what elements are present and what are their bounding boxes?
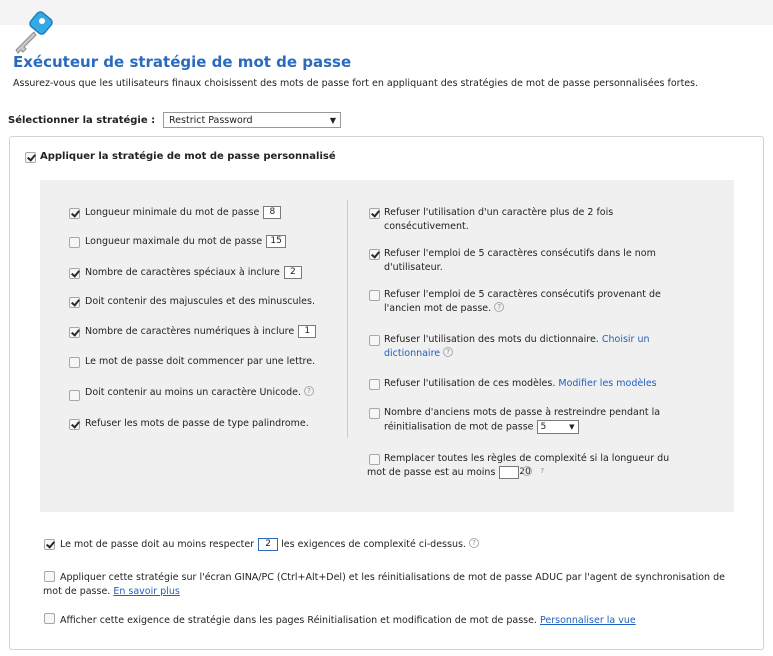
history-count-value: 5 (540, 422, 547, 432)
start-with-letter-label: Le mot de passe doit commencer par une l… (85, 356, 316, 367)
customize-view-link[interactable]: Personnaliser la vue (540, 615, 636, 626)
apply-custom-policy-label: Appliquer la stratégie de mot de passe p… (40, 151, 336, 162)
min-length-rule: Longueur minimale du mot de passe 8 (85, 206, 282, 220)
numeric-chars-input[interactable]: 1 (298, 325, 317, 338)
edit-patterns-link[interactable]: Modifier les modèles (558, 378, 656, 389)
patterns-label: Refuser l'utilisation de ces modèles. (384, 378, 556, 389)
special-chars-input[interactable]: 2 (283, 266, 302, 279)
override-complexity-rule: Remplacer toutes les règles de complexit… (367, 452, 687, 480)
dropdown-arrow-icon: ▼ (329, 116, 336, 125)
help-icon[interactable]: ? (304, 386, 315, 396)
page-title: Exécuteur de stratégie de mot de passe (13, 53, 352, 71)
policy-select-value: Restrict Password (169, 115, 253, 126)
page-description: Assurez-vous que les utilisateurs finaux… (13, 78, 699, 89)
gina-rule: Appliquer cette stratégie sur l'écran GI… (43, 571, 733, 599)
dictionary-checkbox[interactable] (369, 335, 380, 346)
complexity-count-label-before: Le mot de passe doit au moins respecter (60, 539, 255, 550)
unicode-rule: Doit contenir au moins un caractère Unic… (85, 386, 315, 400)
mixed-case-label: Doit contenir des majuscules et des minu… (85, 296, 315, 307)
help-icon[interactable]: ? (468, 538, 479, 548)
column-divider (347, 200, 348, 438)
header-band (0, 0, 773, 25)
consecutive-repeat-label: Refuser l'utilisation d'un caractère plu… (384, 207, 614, 232)
show-requirement-rule: Afficher cette exigence de stratégie dan… (60, 614, 636, 628)
help-icon[interactable]: ? (494, 302, 505, 312)
min-length-label: Longueur minimale du mot de passe (85, 207, 260, 218)
special-chars-rule: Nombre de caractères spéciaux à inclure 2 (85, 266, 302, 280)
history-checkbox[interactable] (369, 408, 380, 419)
max-length-checkbox[interactable] (69, 237, 80, 248)
max-length-rule: Longueur maximale du mot de passe 15 (85, 235, 287, 249)
palindrome-label: Refuser les mots de passe de type palind… (85, 418, 309, 429)
dropdown-arrow-icon: ▼ (569, 423, 575, 431)
username-chars-checkbox[interactable] (369, 249, 380, 260)
show-requirement-label: Afficher cette exigence de stratégie dan… (60, 615, 537, 626)
numeric-chars-label: Nombre de caractères numériques à inclur… (85, 326, 295, 337)
min-length-input[interactable]: 8 (263, 206, 282, 219)
history-label: Nombre d'anciens mots de passe à restrei… (384, 407, 661, 433)
old-password-chars-label: Refuser l'emploi de 5 caractères consécu… (384, 289, 661, 314)
old-password-chars-checkbox[interactable] (369, 290, 380, 301)
complexity-count-label-after: les exigences de complexité ci-dessus. (281, 539, 466, 550)
special-chars-checkbox[interactable] (69, 268, 80, 279)
numeric-chars-rule: Nombre de caractères numériques à inclur… (85, 325, 317, 339)
complexity-count-rule: Le mot de passe doit au moins respecter 2… (60, 538, 479, 552)
history-count-select[interactable]: 5 ▼ (536, 420, 579, 434)
patterns-checkbox[interactable] (369, 379, 380, 390)
key-icon (15, 11, 53, 54)
username-chars-label: Refuser l'emploi de 5 caractères consécu… (384, 248, 656, 273)
help-icon[interactable]: ? (443, 347, 454, 357)
consecutive-repeat-checkbox[interactable] (369, 208, 380, 219)
max-length-input[interactable]: 15 (266, 235, 287, 248)
policy-select[interactable]: Restrict Password ▼ (163, 112, 341, 128)
complexity-count-checkbox[interactable] (44, 539, 55, 550)
numeric-chars-checkbox[interactable] (69, 327, 80, 338)
show-requirement-checkbox[interactable] (44, 613, 55, 624)
patterns-rule: Refuser l'utilisation de ces modèles. Mo… (384, 377, 657, 391)
complexity-count-input[interactable]: 2 (258, 538, 279, 551)
learn-more-link[interactable]: En savoir plus (113, 586, 179, 597)
history-rule: Nombre d'anciens mots de passe à restrei… (384, 406, 694, 435)
special-chars-label: Nombre de caractères spéciaux à inclure (85, 267, 280, 278)
unicode-label: Doit contenir au moins un caractère Unic… (85, 387, 302, 398)
apply-custom-policy-checkbox[interactable] (25, 152, 36, 163)
start-with-letter-checkbox[interactable] (69, 357, 80, 368)
max-length-label: Longueur maximale du mot de passe (85, 236, 263, 247)
palindrome-checkbox[interactable] (69, 419, 80, 430)
unicode-checkbox[interactable] (69, 390, 80, 401)
dictionary-label: Refuser l'utilisation des mots du dictio… (384, 334, 599, 345)
dictionary-rule: Refuser l'utilisation des mots du dictio… (384, 333, 684, 361)
mixed-case-checkbox[interactable] (69, 297, 80, 308)
policy-select-label: Sélectionner la stratégie : (8, 115, 156, 126)
override-length-input[interactable]: 20 (499, 466, 531, 479)
min-length-checkbox[interactable] (69, 208, 80, 219)
old-password-chars-rule: Refuser l'emploi de 5 caractères consécu… (384, 288, 694, 316)
